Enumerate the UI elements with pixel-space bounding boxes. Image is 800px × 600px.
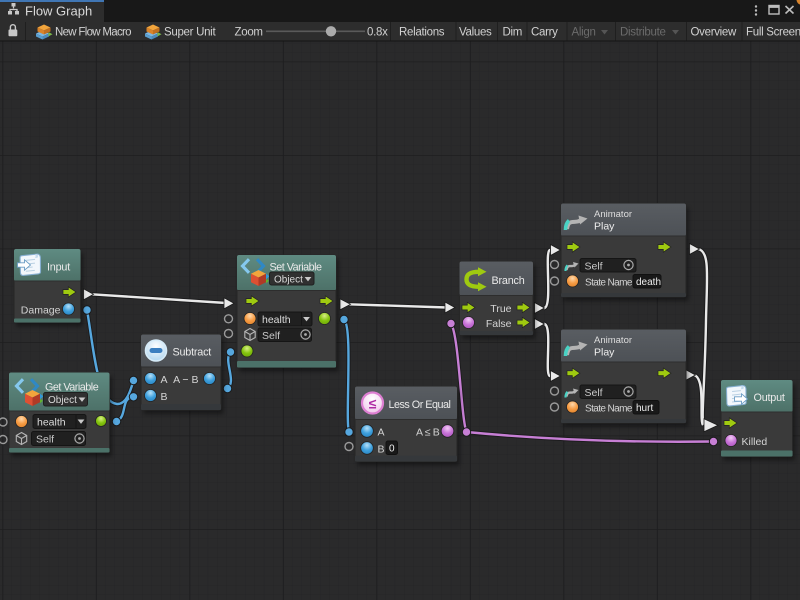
svg-text:Values: Values bbox=[459, 27, 492, 39]
svg-text:State Name: State Name bbox=[585, 278, 633, 289]
svg-text:Distribute: Distribute bbox=[620, 27, 666, 39]
svg-text:Self: Self bbox=[585, 261, 603, 273]
svg-text:Super Unit: Super Unit bbox=[164, 27, 216, 39]
svg-text:Align: Align bbox=[572, 27, 596, 39]
svg-text:Object: Object bbox=[274, 275, 303, 286]
svg-text:health: health bbox=[262, 314, 291, 326]
svg-text:Play: Play bbox=[594, 347, 615, 359]
svg-text:A: A bbox=[161, 374, 168, 386]
svg-text:State Name: State Name bbox=[585, 404, 633, 415]
svg-text:Animator: Animator bbox=[594, 209, 632, 220]
svg-text:A: A bbox=[378, 427, 385, 439]
svg-text:hurt: hurt bbox=[636, 403, 653, 414]
svg-text:New Flow Macro: New Flow Macro bbox=[55, 27, 131, 39]
svg-text:A ≤ B: A ≤ B bbox=[416, 427, 440, 439]
svg-text:Dim: Dim bbox=[503, 27, 523, 39]
svg-text:Object: Object bbox=[48, 395, 77, 406]
svg-text:Damage: Damage bbox=[21, 305, 61, 317]
svg-text:Get Variable: Get Variable bbox=[45, 382, 99, 394]
svg-text:Animator: Animator bbox=[594, 335, 632, 346]
svg-text:≤: ≤ bbox=[369, 396, 377, 412]
svg-text:Branch: Branch bbox=[492, 275, 525, 287]
svg-text:Self: Self bbox=[262, 330, 280, 342]
svg-text:Relations: Relations bbox=[399, 27, 445, 39]
svg-text:Overview: Overview bbox=[691, 27, 738, 39]
svg-text:Output: Output bbox=[754, 392, 785, 404]
svg-text:Self: Self bbox=[36, 434, 54, 446]
svg-text:Input: Input bbox=[47, 262, 70, 274]
svg-text:Carry: Carry bbox=[531, 27, 558, 39]
svg-text:Killed: Killed bbox=[742, 436, 768, 448]
svg-text:Self: Self bbox=[585, 387, 603, 399]
svg-text:False: False bbox=[486, 318, 512, 330]
svg-text:death: death bbox=[636, 277, 661, 288]
svg-text:B: B bbox=[161, 391, 168, 403]
svg-text:Less Or Equal: Less Or Equal bbox=[389, 399, 451, 411]
svg-text:True: True bbox=[490, 303, 511, 315]
svg-text:health: health bbox=[37, 417, 66, 429]
svg-text:B: B bbox=[378, 444, 385, 456]
svg-text:Zoom: Zoom bbox=[235, 27, 263, 39]
svg-text:Play: Play bbox=[594, 221, 615, 233]
svg-text:0: 0 bbox=[389, 444, 395, 455]
svg-text:Flow Graph: Flow Graph bbox=[25, 4, 92, 19]
svg-text:Full Screen: Full Screen bbox=[746, 27, 800, 39]
svg-text:0.8x: 0.8x bbox=[367, 27, 388, 39]
svg-text:A − B: A − B bbox=[173, 374, 198, 386]
svg-text:Subtract: Subtract bbox=[173, 347, 212, 359]
